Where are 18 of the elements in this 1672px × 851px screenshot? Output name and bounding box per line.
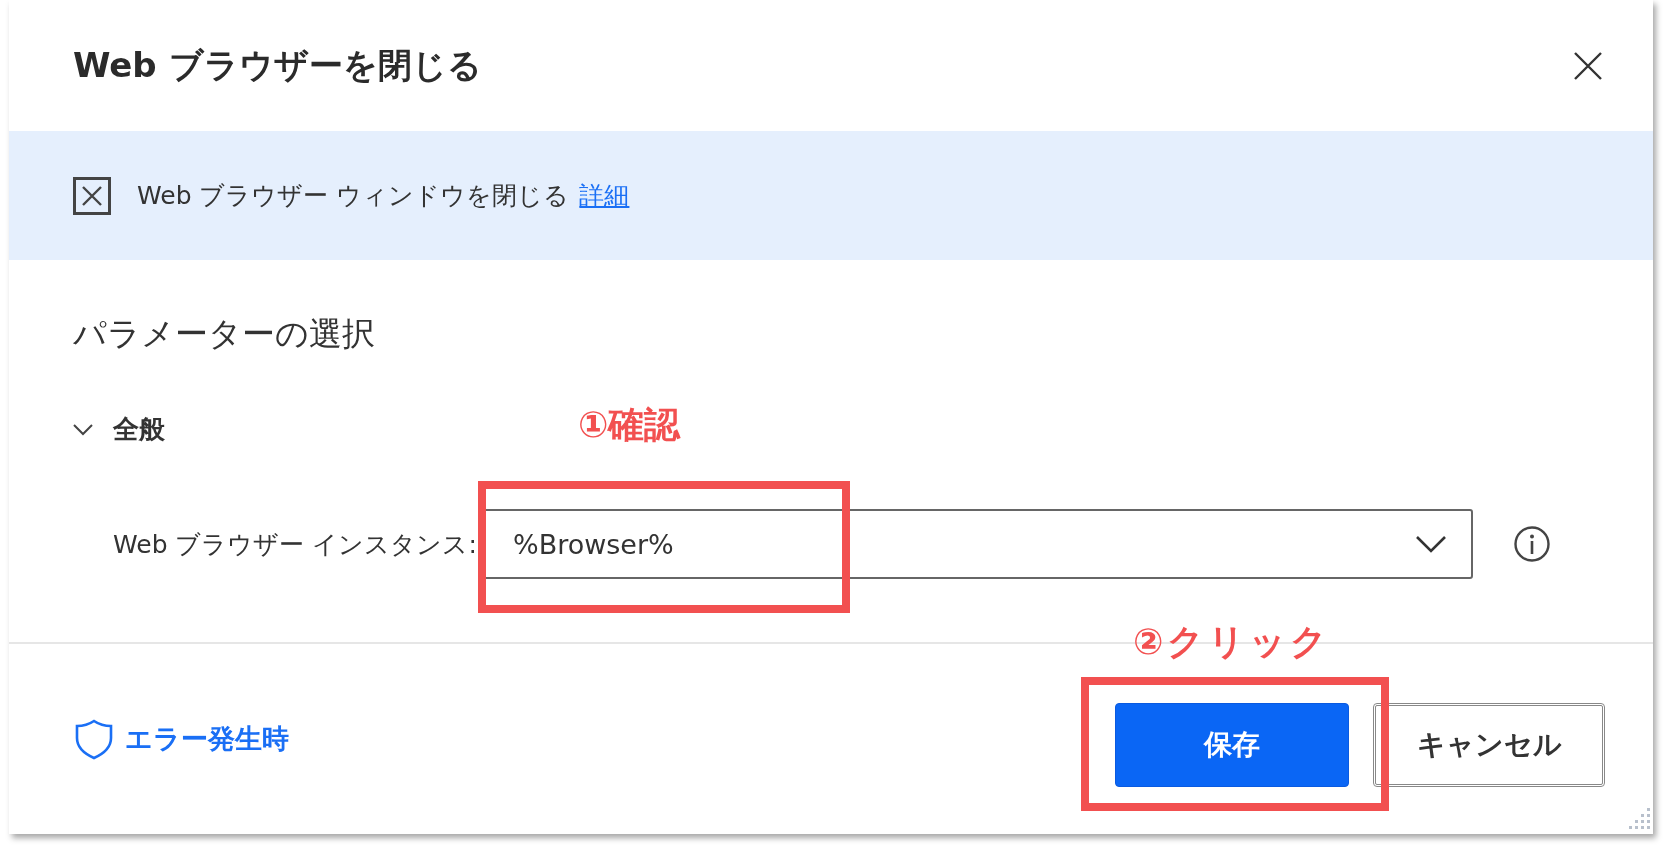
chevron-icon — [73, 423, 93, 436]
info-icon[interactable] — [1513, 525, 1551, 563]
close-window-icon — [73, 176, 111, 215]
cancel-button[interactable]: キャンセル — [1373, 703, 1605, 787]
close-icon[interactable] — [1573, 50, 1603, 81]
save-button[interactable]: 保存 — [1115, 703, 1349, 787]
chevron-icon — [1415, 535, 1447, 553]
annotation-label: ①確認 — [578, 403, 681, 447]
details-link[interactable]: 詳細 — [579, 179, 630, 212]
dialog-title: Web ブラウザーを閉じる — [73, 43, 482, 87]
section-heading: パラメーターの選択 — [73, 313, 376, 355]
field-label: Web ブラウザー インスタンス: — [113, 528, 478, 561]
banner-description: Web ブラウザー ウィンドウを閉じる — [137, 180, 570, 212]
annotation-label: ②クリック — [1133, 620, 1332, 664]
error-handling-link[interactable]: エラー発生時 — [73, 718, 289, 760]
group-toggle[interactable]: 全般 — [73, 412, 165, 447]
shield-icon — [73, 718, 115, 760]
dropdown-field[interactable]: %Browser% — [483, 509, 1473, 579]
